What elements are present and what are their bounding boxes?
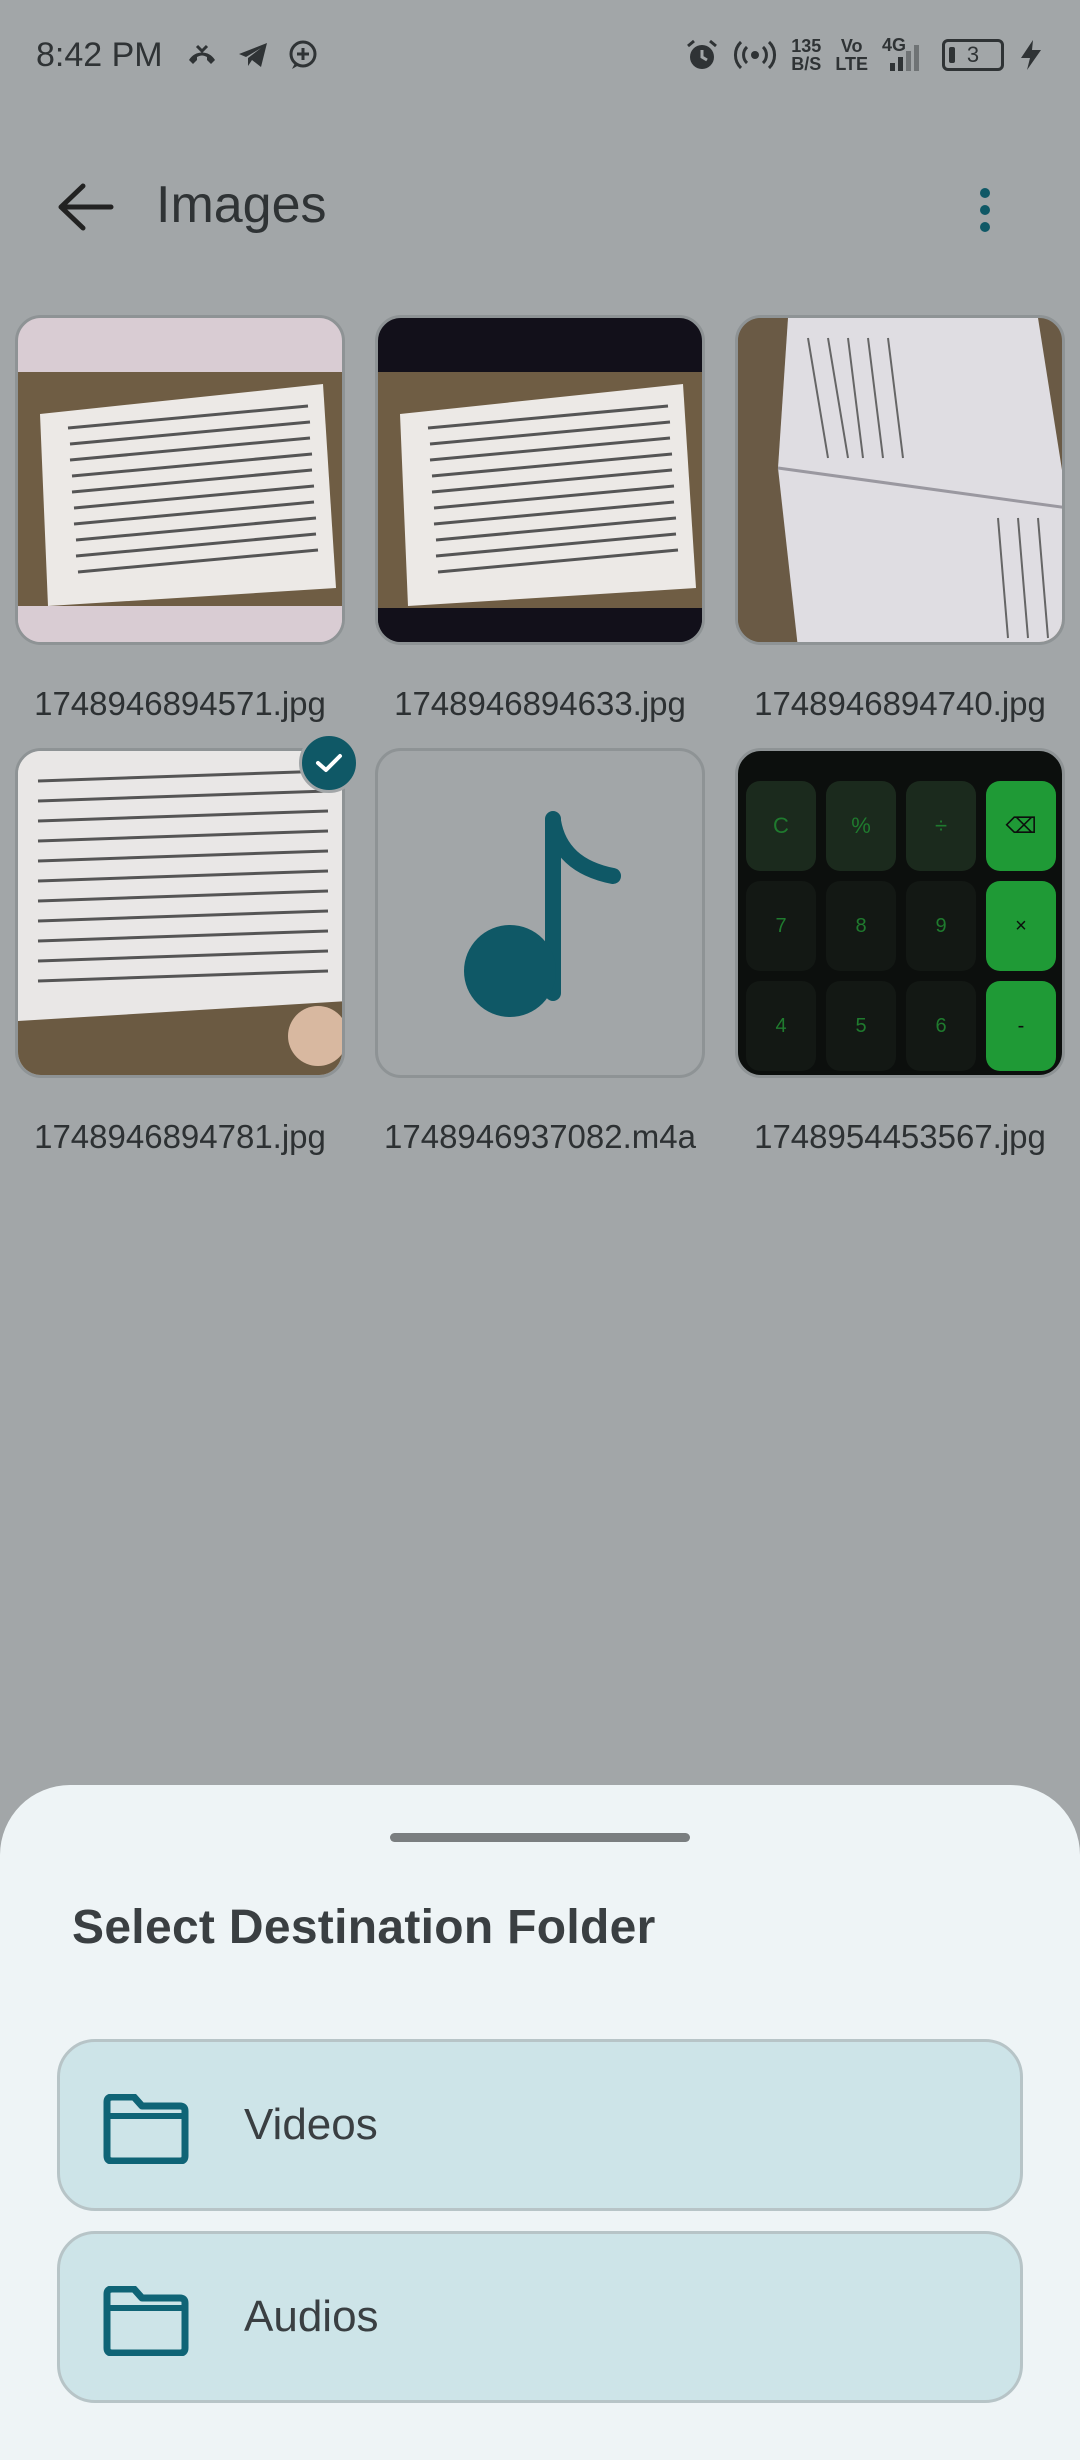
calc-key: 8	[826, 881, 896, 971]
calc-key: C	[746, 781, 816, 871]
file-name: 1748946894740.jpg	[754, 685, 1046, 722]
file-name: 1748946937082.m4a	[384, 1118, 696, 1155]
file-name: 1748946894571.jpg	[34, 685, 326, 722]
calc-key: 7	[746, 881, 816, 971]
charging-icon	[1018, 38, 1044, 72]
file-item[interactable]: 1748946894633.jpg	[375, 315, 705, 727]
signal-bars-icon	[890, 45, 919, 71]
page-title: Images	[156, 176, 327, 234]
volte-indicator: Vo LTE	[835, 36, 868, 74]
image-thumbnail[interactable]: C % ÷ ⌫ 7 8 9 × 4 5 6 -	[735, 748, 1065, 1078]
arrow-back-icon	[58, 183, 114, 231]
more-options-button[interactable]	[960, 175, 1010, 245]
folder-icon	[102, 2285, 190, 2361]
chat-plus-icon	[287, 39, 319, 71]
audio-thumbnail[interactable]	[375, 748, 705, 1078]
calc-key: 5	[826, 981, 896, 1071]
calc-key: ⌫	[986, 781, 1056, 871]
calc-key: 9	[906, 881, 976, 971]
selected-check-badge	[299, 733, 359, 793]
file-item[interactable]: 1748946894781.jpg	[15, 748, 345, 1160]
alarm-icon	[685, 38, 719, 72]
telegram-icon	[237, 40, 269, 70]
music-note-icon	[464, 811, 621, 1017]
folder-label: Videos	[244, 2100, 378, 2149]
hotspot-icon	[733, 38, 777, 72]
file-name: 1748946894781.jpg	[34, 1118, 326, 1155]
sheet-title: Select Destination Folder	[72, 1901, 656, 1954]
image-thumbnail[interactable]	[375, 315, 705, 645]
folder-option-videos[interactable]: Videos	[57, 2039, 1023, 2211]
missed-call-icon	[185, 40, 219, 70]
image-thumbnail[interactable]	[15, 315, 345, 645]
app-bar: Images	[0, 140, 1080, 270]
folder-icon	[102, 2093, 190, 2169]
calc-key: 6	[906, 981, 976, 1071]
calc-key: ×	[986, 881, 1056, 971]
file-name: 1748946894633.jpg	[394, 685, 686, 722]
calc-key: %	[826, 781, 896, 871]
signal-indicator: 4G	[882, 35, 928, 73]
file-item[interactable]: 1748946894740.jpg	[735, 315, 1065, 727]
back-button[interactable]	[50, 172, 120, 242]
sheet-drag-handle[interactable]	[390, 1833, 690, 1842]
file-item[interactable]: 1748946894571.jpg	[15, 315, 345, 727]
status-time: 8:42 PM	[36, 35, 163, 74]
calc-key: -	[986, 981, 1056, 1071]
battery-indicator: 3	[942, 39, 1004, 71]
network-speed: 135 B/S	[791, 36, 822, 74]
calc-key: ÷	[906, 781, 976, 871]
folder-option-audios[interactable]: Audios	[57, 2231, 1023, 2403]
folder-label: Audios	[244, 2292, 379, 2341]
check-icon	[316, 754, 342, 772]
destination-bottom-sheet: Select Destination Folder Videos Audios	[0, 1785, 1080, 2460]
image-thumbnail[interactable]	[15, 748, 345, 1078]
more-vert-icon	[980, 188, 990, 232]
file-item[interactable]: 1748946937082.m4a	[375, 748, 705, 1160]
image-thumbnail[interactable]	[735, 315, 1065, 645]
status-bar: 8:42 PM 135 B/S Vo LTE 4G 3	[0, 0, 1080, 110]
calculator-preview: C % ÷ ⌫ 7 8 9 × 4 5 6 -	[746, 781, 1056, 1071]
file-item[interactable]: C % ÷ ⌫ 7 8 9 × 4 5 6 - 1748954453567.jp…	[735, 748, 1065, 1160]
file-name: 1748954453567.jpg	[754, 1118, 1046, 1155]
calc-key: 4	[746, 981, 816, 1071]
